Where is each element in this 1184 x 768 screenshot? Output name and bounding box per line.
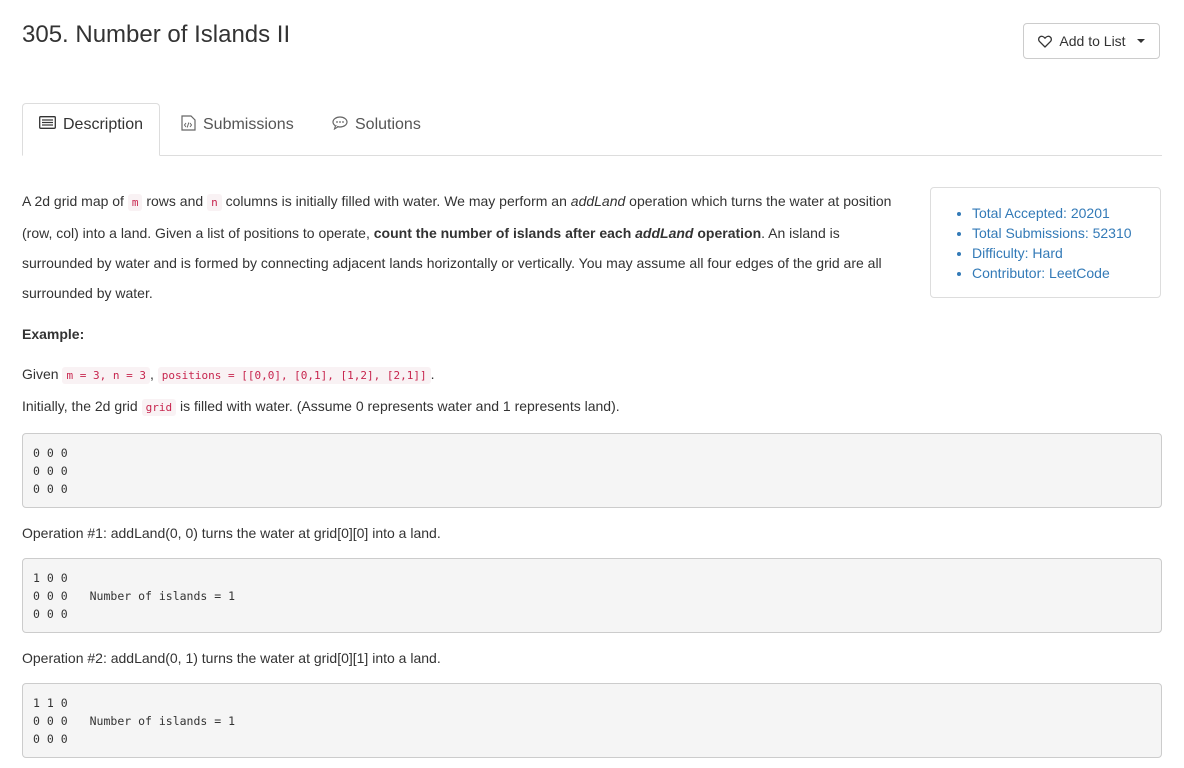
code-block-grid0: 0 0 0 0 0 0 0 0 0 [22, 433, 1162, 508]
grid-row: 1 0 0 [33, 571, 68, 585]
caret-down-icon [1136, 39, 1145, 43]
example-heading-text: Example: [22, 326, 85, 342]
grid-row: 0 0 0 [33, 607, 68, 621]
desc-bold-text: count the number of islands after each [373, 225, 636, 241]
operation-1: Operation #1: addLand(0, 0) turns the wa… [22, 525, 441, 541]
solutions-icon [332, 115, 348, 135]
desc-bold-italic: addLand [635, 225, 694, 241]
inline-code-positions: positions = [[0,0], [0,1], [1,2], [2,1]] [157, 367, 431, 384]
islands-note: Number of islands = 1 [89, 589, 236, 603]
given-line: Given m = 3, n = 3, positions = [[0,0], … [22, 364, 435, 386]
heart-icon [1038, 35, 1053, 48]
operation-2: Operation #2: addLand(0, 1) turns the wa… [22, 650, 441, 666]
stats-panel: Total Accepted: 20201 Total Submissions:… [930, 187, 1161, 298]
tab-solutions[interactable]: Solutions [332, 103, 421, 156]
inline-code-m: m [127, 194, 143, 211]
stat-difficulty: Difficulty: Hard [972, 243, 1160, 263]
inline-code-mn: m = 3, n = 3 [62, 367, 150, 384]
tab-description-label: Description [62, 116, 144, 133]
grid-row-text: 0 0 0 [33, 589, 68, 603]
grid-row: 1 1 0 [33, 696, 68, 710]
given-end: . [430, 366, 435, 382]
grid-row-with-note: 0 0 0 Number of islands = 1 [33, 587, 1151, 605]
desc-text: A 2d grid map of [22, 193, 128, 209]
tab-submissions-label: Submissions [203, 116, 294, 133]
grid-row-with-note: 0 0 0 Number of islands = 1 [33, 712, 1151, 730]
submissions-icon [181, 114, 196, 136]
inline-code-grid: grid [141, 399, 177, 416]
code-block-grid2: 1 1 0 0 0 0 Number of islands = 1 0 0 0 [22, 683, 1162, 758]
desc-text: rows and [142, 193, 208, 209]
grid-row: 0 0 0 [33, 732, 68, 746]
given-sep: , [149, 366, 158, 382]
description-icon [39, 116, 56, 134]
initial-text: is filled with water. (Assume 0 represen… [176, 398, 620, 414]
stat-submissions: Total Submissions: 52310 [972, 223, 1160, 243]
code-block-grid1: 1 0 0 0 0 0 Number of islands = 1 0 0 0 [22, 558, 1162, 633]
islands-note: Number of islands = 1 [89, 714, 236, 728]
stat-contributor: Contributor: LeetCode [972, 263, 1160, 283]
desc-text: columns is initially filled with water. … [221, 193, 571, 209]
grid-row: 0 0 0 [33, 446, 68, 460]
problem-description: A 2d grid map of m rows and n columns is… [22, 186, 902, 308]
grid-row-text: 0 0 0 [33, 714, 68, 728]
add-to-list-label: Add to List [1059, 33, 1126, 49]
grid-row: 0 0 0 [33, 464, 68, 478]
tab-description[interactable]: Description [22, 103, 160, 156]
desc-bold: count the number of islands after each a… [374, 225, 761, 241]
initial-line: Initially, the 2d grid grid is filled wi… [22, 396, 620, 418]
inline-code-n: n [207, 194, 222, 211]
grid-row: 0 0 0 [33, 482, 68, 496]
given-label: Given [22, 366, 63, 382]
stat-accepted: Total Accepted: 20201 [972, 203, 1160, 223]
example-heading: Example: [22, 324, 84, 344]
desc-bold-text: operation [693, 225, 762, 241]
tab-submissions[interactable]: Submissions [181, 103, 294, 156]
addland-italic: addLand [570, 193, 626, 209]
initial-text: Initially, the 2d grid [22, 398, 142, 414]
tab-solutions-label: Solutions [355, 116, 421, 133]
add-to-list-button[interactable]: Add to List [1023, 23, 1160, 59]
tab-bar: Description Submissions Solutions [22, 103, 1162, 156]
problem-title: 305. Number of Islands II [22, 21, 291, 48]
